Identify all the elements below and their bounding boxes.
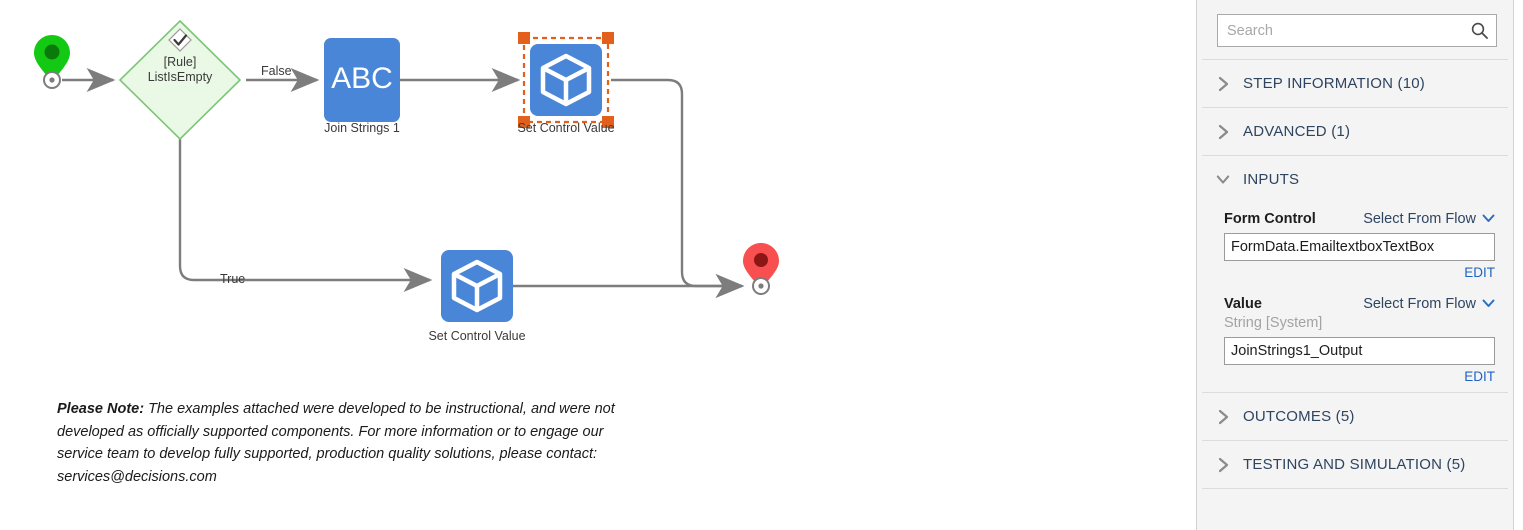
section-outcomes[interactable]: OUTCOMES (5) <box>1197 393 1513 440</box>
divider <box>1202 488 1508 489</box>
end-connector-dot <box>758 283 764 289</box>
abc-glyph: ABC <box>331 62 393 95</box>
properties-panel: STEP INFORMATION (10) ADVANCED (1) INPUT… <box>1196 0 1514 530</box>
flow-designer-screen: ABC [Rule] ListIsEmpty False True Join S… <box>0 0 1523 530</box>
value-type-hint: String [System] <box>1224 315 1323 331</box>
section-title: INPUTS <box>1243 171 1300 188</box>
end-pin-dot <box>754 253 768 267</box>
form-control-row: Form Control Select From Flow <box>1224 211 1495 227</box>
value-field[interactable] <box>1224 337 1495 365</box>
chevron-right-icon <box>1216 124 1230 139</box>
section-step-information[interactable]: STEP INFORMATION (10) <box>1197 60 1513 107</box>
value-edit-link[interactable]: EDIT <box>1224 369 1495 384</box>
search-input[interactable] <box>1218 15 1496 46</box>
set-control-value-label: Set Control Value <box>428 329 526 343</box>
please-note-text: Please Note: The examples attached were … <box>57 398 617 488</box>
form-control-edit-link[interactable]: EDIT <box>1224 265 1495 280</box>
inputs-body: Form Control Select From Flow EDIT Value <box>1197 203 1513 392</box>
section-advanced[interactable]: ADVANCED (1) <box>1197 108 1513 155</box>
edge-rule-true <box>178 127 433 292</box>
select-from-flow-label: Select From Flow <box>1363 211 1476 227</box>
chevron-right-icon <box>1216 409 1230 424</box>
start-pin-dot <box>44 44 60 60</box>
rule-step-label: [Rule] ListIsEmpty <box>147 55 213 84</box>
selection-handle-top-right[interactable] <box>602 32 614 44</box>
edge-setcontrol1-to-end <box>611 78 745 298</box>
chevron-down-icon <box>1482 211 1495 227</box>
section-title: OUTCOMES (5) <box>1243 408 1355 425</box>
value-select-from-flow[interactable]: Select From Flow <box>1363 296 1495 312</box>
set-control-value-selected-label: Set Control Value <box>517 121 615 135</box>
end-step[interactable] <box>743 243 779 295</box>
start-connector-dot <box>49 77 55 83</box>
section-testing-and-simulation[interactable]: TESTING AND SIMULATION (5) <box>1197 441 1513 488</box>
chevron-down-icon <box>1482 296 1495 312</box>
value-input[interactable] <box>1225 338 1494 364</box>
chevron-down-icon <box>1216 173 1230 187</box>
section-inputs[interactable]: INPUTS <box>1197 156 1513 203</box>
edge-label-true: True <box>220 272 246 286</box>
value-row: Value Select From Flow <box>1224 296 1495 312</box>
search-box[interactable] <box>1217 14 1497 47</box>
form-control-field[interactable] <box>1224 233 1495 261</box>
form-control-select-from-flow[interactable]: Select From Flow <box>1363 211 1495 227</box>
value-label: Value <box>1224 296 1262 312</box>
set-control-value-step[interactable] <box>441 250 513 322</box>
select-from-flow-label: Select From Flow <box>1363 296 1476 312</box>
section-title: TESTING AND SIMULATION (5) <box>1243 456 1466 473</box>
set-control-value-step-selected[interactable] <box>518 32 614 128</box>
form-control-label: Form Control <box>1224 211 1316 227</box>
section-title: ADVANCED (1) <box>1243 123 1351 140</box>
chevron-right-icon <box>1216 457 1230 472</box>
panel-right-gutter <box>1515 0 1523 530</box>
form-control-input[interactable] <box>1225 234 1494 260</box>
search-icon[interactable] <box>1470 22 1488 40</box>
search-container <box>1197 0 1513 59</box>
flow-canvas[interactable]: ABC [Rule] ListIsEmpty False True Join S… <box>0 0 1196 530</box>
edge-label-false: False <box>261 64 292 78</box>
please-note-lead: Please Note: <box>57 401 145 417</box>
selection-handle-top-left[interactable] <box>518 32 530 44</box>
section-title: STEP INFORMATION (10) <box>1243 75 1425 92</box>
chevron-right-icon <box>1216 76 1230 91</box>
join-strings-step-label: Join Strings 1 <box>324 121 400 135</box>
